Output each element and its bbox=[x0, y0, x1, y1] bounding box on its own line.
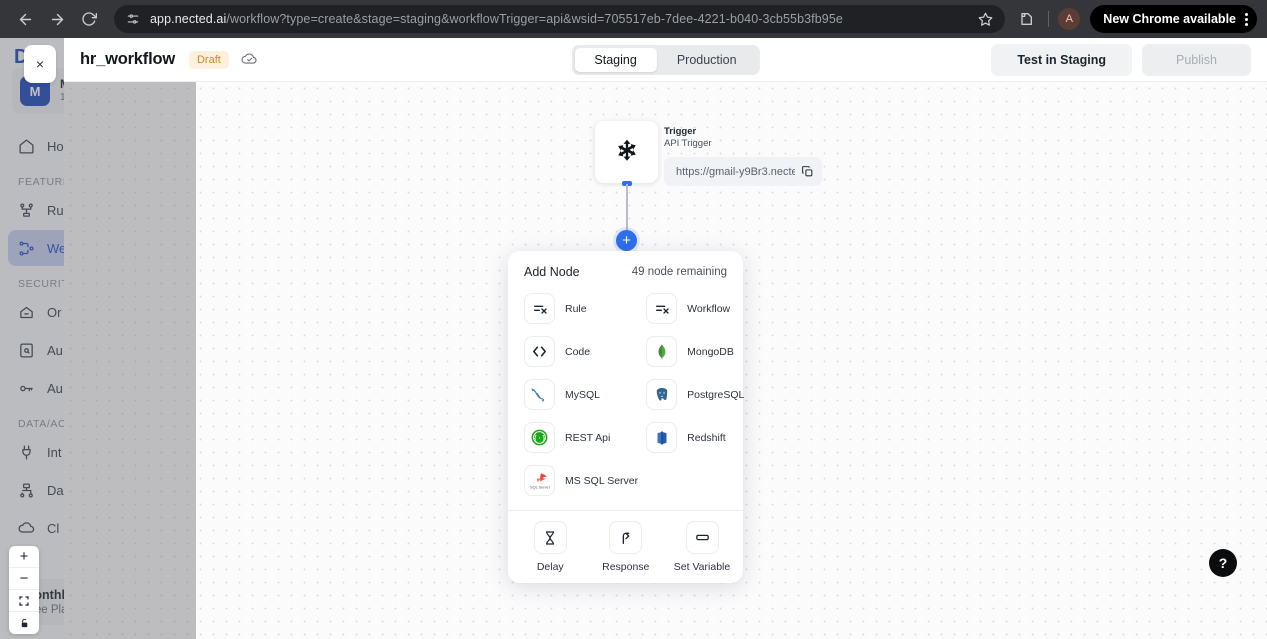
zoom-out-button[interactable]: − bbox=[9, 568, 39, 590]
page-title: hr_workflow bbox=[80, 50, 175, 68]
lock-canvas-button[interactable] bbox=[9, 612, 39, 634]
trigger-url-text: https://gmail-y9Br3.necte bbox=[676, 165, 795, 178]
chrome-update-label: New Chrome available bbox=[1103, 12, 1236, 26]
canvas-zoom-controls: + − bbox=[9, 546, 39, 634]
node-option-mongodb[interactable]: MongoDB bbox=[646, 332, 744, 371]
node-option-delay[interactable]: Delay bbox=[526, 521, 575, 573]
node-option-label: MySQL bbox=[565, 388, 601, 401]
tune-icon[interactable] bbox=[126, 12, 140, 26]
node-option-label: PostgreSQL bbox=[687, 388, 745, 401]
help-button[interactable]: ? bbox=[1209, 549, 1237, 577]
node-option-mssql[interactable]: SQL Server MS SQL Server bbox=[524, 461, 638, 500]
node-remaining-count: 49 node remaining bbox=[631, 266, 727, 278]
utility-node-row: Delay Response Set Variable bbox=[524, 521, 731, 573]
node-option-label: REST Api bbox=[565, 431, 611, 444]
node-type-grid: Rule Workflow Code MongoDB MySQL Postgre… bbox=[524, 289, 744, 500]
trigger-title: Trigger bbox=[664, 126, 697, 137]
forward-arrow-icon[interactable] bbox=[42, 4, 72, 34]
chrome-update-button[interactable]: New Chrome available bbox=[1090, 5, 1257, 33]
svg-text:{·}: {·} bbox=[533, 434, 546, 443]
kebab-menu-icon[interactable] bbox=[1242, 12, 1251, 26]
url-text: app.nected.ai/workflow?type=create&stage… bbox=[150, 12, 843, 26]
postgresql-icon bbox=[646, 379, 678, 410]
close-button[interactable]: × bbox=[24, 45, 56, 83]
star-icon[interactable] bbox=[970, 12, 993, 27]
trigger-meta: Trigger API Trigger https://gmail-y9Br3.… bbox=[664, 126, 822, 186]
rule-icon bbox=[524, 293, 555, 324]
node-option-label: Workflow bbox=[687, 302, 731, 315]
topbar-actions: Test in Staging Publish bbox=[991, 43, 1251, 76]
fit-screen-icon bbox=[19, 595, 29, 606]
workflow-canvas[interactable]: Trigger API Trigger https://gmail-y9Br3.… bbox=[64, 82, 1267, 639]
node-option-code[interactable]: Code bbox=[524, 332, 638, 371]
hourglass-icon bbox=[533, 521, 567, 554]
svg-text:SQL Server: SQL Server bbox=[530, 485, 551, 489]
env-tab-staging[interactable]: Staging bbox=[574, 47, 657, 72]
node-option-label: MS SQL Server bbox=[565, 474, 639, 487]
node-option-postgresql[interactable]: PostgreSQL bbox=[646, 375, 744, 414]
node-option-redshift[interactable]: Redshift bbox=[646, 418, 744, 457]
copy-icon[interactable] bbox=[801, 165, 814, 178]
lock-icon bbox=[21, 618, 27, 627]
node-option-label: Response bbox=[602, 561, 650, 573]
zoom-in-button[interactable]: + bbox=[9, 546, 39, 568]
move-handle-icon bbox=[617, 139, 636, 161]
add-node-panel: Add Node 49 node remaining Rule Workflow bbox=[508, 251, 744, 583]
fit-view-button[interactable] bbox=[9, 590, 39, 612]
reload-icon[interactable] bbox=[74, 4, 104, 34]
cloud-check-icon bbox=[241, 51, 258, 68]
node-option-rest-api[interactable]: {·} REST Api bbox=[524, 418, 638, 457]
trigger-node[interactable] bbox=[595, 121, 658, 183]
node-option-rule[interactable]: Rule bbox=[524, 289, 638, 328]
app-root: D M M 1 Ho FEATURES Ru We SECURITY Or bbox=[0, 38, 1267, 639]
mssql-icon: SQL Server bbox=[524, 465, 555, 496]
code-icon bbox=[524, 336, 555, 367]
chrome-right-actions: A New Chrome available bbox=[1013, 5, 1257, 33]
address-bar[interactable]: app.nected.ai/workflow?type=create&stage… bbox=[114, 5, 1006, 33]
environment-toggle[interactable]: Staging Production bbox=[571, 44, 760, 75]
node-option-label: Set Variable bbox=[673, 561, 731, 573]
url-path: /workflow?type=create&stage=staging&work… bbox=[226, 12, 843, 26]
workflow-topbar: hr_workflow Draft Staging Production Tes… bbox=[64, 38, 1267, 82]
back-arrow-icon[interactable] bbox=[10, 4, 40, 34]
node-option-label: Code bbox=[565, 345, 591, 358]
divider bbox=[1048, 11, 1050, 27]
node-option-mysql[interactable]: MySQL bbox=[524, 375, 638, 414]
add-node-header: Add Node 49 node remaining bbox=[524, 265, 727, 279]
node-option-workflow[interactable]: Workflow bbox=[646, 289, 744, 328]
redshift-icon bbox=[646, 422, 678, 453]
node-option-label: MongoDB bbox=[687, 345, 734, 358]
mongodb-icon bbox=[646, 336, 678, 367]
node-option-set-variable[interactable]: Set Variable bbox=[673, 521, 731, 573]
browser-toolbar: app.nected.ai/workflow?type=create&stage… bbox=[0, 0, 1267, 38]
url-domain: app.nected.ai bbox=[150, 12, 227, 26]
env-tab-production[interactable]: Production bbox=[657, 48, 757, 72]
trigger-url-field[interactable]: https://gmail-y9Br3.necte bbox=[664, 157, 822, 186]
status-badge: Draft bbox=[188, 50, 229, 69]
node-option-label: Rule bbox=[565, 302, 587, 315]
add-node-button[interactable]: + bbox=[616, 230, 637, 251]
connector-line bbox=[626, 184, 628, 232]
extensions-icon[interactable] bbox=[1013, 6, 1039, 32]
test-in-staging-button[interactable]: Test in Staging bbox=[991, 43, 1132, 76]
workflow-icon bbox=[646, 293, 678, 324]
avatar[interactable]: A bbox=[1058, 8, 1081, 30]
node-option-response[interactable]: Response bbox=[602, 521, 651, 573]
node-option-label: Delay bbox=[536, 561, 564, 573]
trigger-subtitle: API Trigger bbox=[664, 138, 712, 149]
variable-icon bbox=[685, 521, 719, 554]
publish-button: Publish bbox=[1142, 43, 1251, 76]
mysql-icon bbox=[524, 379, 555, 410]
panel-divider bbox=[508, 510, 743, 511]
node-option-label: Redshift bbox=[687, 431, 726, 444]
add-node-title: Add Node bbox=[524, 265, 580, 279]
rest-api-icon: {·} bbox=[524, 422, 555, 453]
arrow-up-icon bbox=[609, 521, 643, 554]
